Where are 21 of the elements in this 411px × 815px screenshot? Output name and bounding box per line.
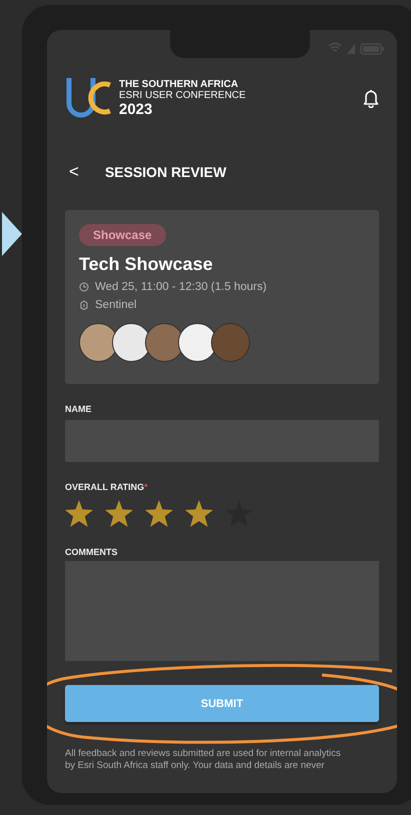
bell-icon[interactable] bbox=[363, 88, 379, 108]
star-icon[interactable] bbox=[145, 500, 173, 527]
star-icon[interactable] bbox=[65, 500, 93, 527]
logo-year: 2023 bbox=[119, 100, 154, 118]
back-button[interactable]: < bbox=[65, 162, 83, 182]
triangle-icon bbox=[2, 212, 22, 256]
star-icon[interactable] bbox=[185, 500, 213, 527]
logo-title: THE SOUTHERN AFRICA bbox=[119, 78, 240, 90]
logo-subtitle: ESRI USER CONFERENCE bbox=[119, 90, 246, 100]
session-time: Wed 25, 11:00 - 12:30 (1.5 hours) bbox=[95, 281, 267, 293]
clock-icon bbox=[79, 282, 89, 292]
field-label: OVERALL RATING* bbox=[65, 482, 149, 492]
session-location: Sentinel bbox=[95, 299, 137, 311]
privacy-notice: All feedback and reviews submitted are used for internal analytics bbox=[65, 748, 342, 760]
session-tag: Showcase bbox=[79, 224, 166, 246]
privacy-notice: by Esri South Africa staff only. Your data and details are never bbox=[65, 760, 326, 772]
page-title: SESSION REVIEW bbox=[104, 164, 226, 180]
session-title: Tech Showcase bbox=[79, 254, 213, 275]
field-label: COMMENTS bbox=[65, 547, 118, 557]
star-icon[interactable] bbox=[105, 500, 133, 527]
field-label: NAME bbox=[65, 404, 92, 414]
